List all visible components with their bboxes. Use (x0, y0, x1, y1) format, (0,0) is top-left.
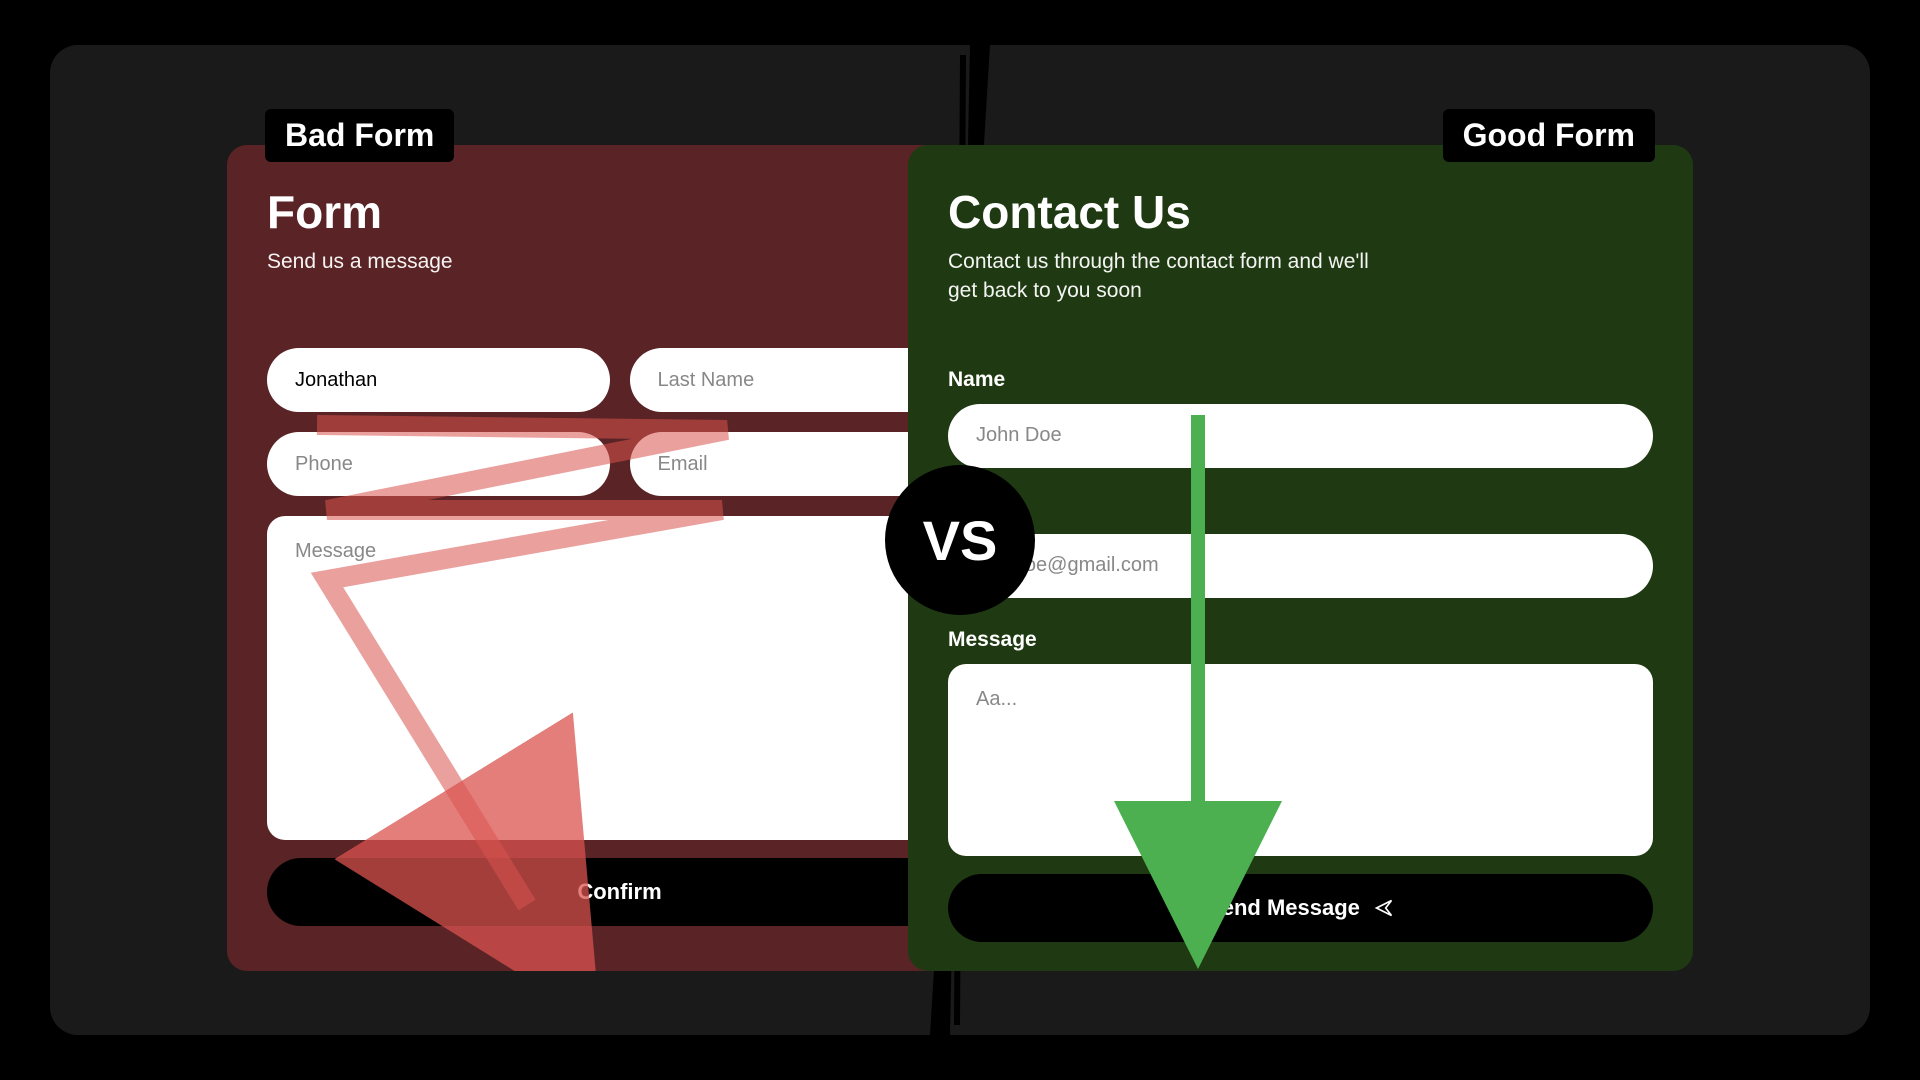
good-form-title: Contact Us (948, 185, 1653, 239)
good-message-textarea[interactable]: Aa... (948, 664, 1653, 856)
good-email-input[interactable]: johndoe@gmail.com (948, 534, 1653, 598)
bad-form-subtitle: Send us a message (267, 247, 697, 276)
send-message-label: Send Message (1207, 895, 1360, 921)
send-message-button[interactable]: Send Message (948, 874, 1653, 942)
firstname-input[interactable]: Jonathan (267, 348, 610, 412)
message-label: Message (948, 628, 1653, 652)
email-label: Email (948, 498, 1653, 522)
phone-input[interactable]: Phone (267, 432, 610, 496)
good-form-badge: Good Form (1443, 109, 1655, 162)
message-textarea[interactable]: Message (267, 516, 972, 840)
name-label: Name (948, 368, 1653, 392)
good-form-subtitle: Contact us through the contact form and … (948, 247, 1378, 306)
bad-form-title: Form (267, 185, 972, 239)
comparison-stage: Bad Form Form Send us a message Jonathan… (50, 45, 1870, 1035)
name-input[interactable]: John Doe (948, 404, 1653, 468)
confirm-button[interactable]: Confirm (267, 858, 972, 926)
bad-form-badge: Bad Form (265, 109, 454, 162)
vs-badge: VS (885, 465, 1035, 615)
send-icon (1374, 898, 1394, 918)
